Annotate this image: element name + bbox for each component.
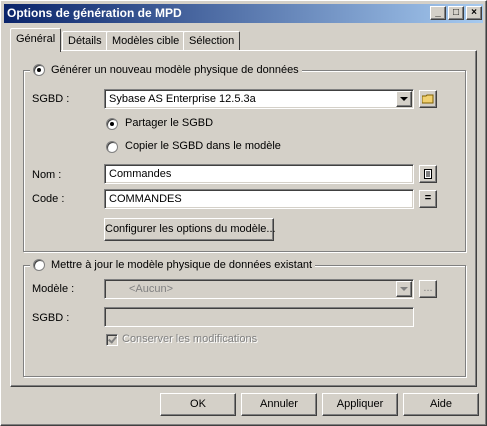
generate-new-legend: Générer un nouveau modèle physique de do… (30, 63, 302, 77)
copy-sgbd-radio[interactable] (106, 141, 118, 153)
title-bar[interactable]: Options de génération de MPD _ □ × (4, 4, 483, 23)
window-title: Options de génération de MPD (7, 6, 182, 20)
code-sync-button[interactable]: = (419, 190, 437, 208)
sgbd-value: Sybase AS Enterprise 12.5.3a (109, 93, 256, 105)
name-field[interactable]: Commandes (104, 164, 414, 184)
model-dropdown-chevron-icon[interactable] (396, 281, 412, 297)
code-field[interactable]: COMMANDES (104, 189, 414, 209)
update-existing-legend: Mettre à jour le modèle physique de donn… (30, 258, 316, 272)
cancel-button[interactable]: Annuler (241, 393, 317, 416)
model-browse-button[interactable]: ... (419, 280, 437, 298)
update-existing-label: Mettre à jour le modèle physique de donn… (51, 259, 313, 271)
update-existing-radio[interactable] (33, 259, 45, 271)
tab-general-label: Général (16, 33, 56, 45)
sgbd-dropdown-chevron-icon[interactable] (396, 91, 412, 107)
share-sgbd-radio[interactable] (106, 118, 118, 130)
ok-button[interactable]: OK (160, 393, 236, 416)
configure-model-options-button[interactable]: Configurer les options du modèle... (104, 218, 276, 241)
name-properties-button[interactable] (419, 165, 437, 183)
generate-new-radio[interactable] (33, 64, 45, 76)
tab-target-models[interactable]: Modèles cible (106, 31, 186, 51)
model-value: <Aucun> (129, 283, 174, 295)
sgbd-select[interactable]: Sybase AS Enterprise 12.5.3a (104, 89, 414, 109)
general-tab-panel: Générer un nouveau modèle physique de do… (10, 50, 477, 387)
properties-icon (424, 169, 432, 179)
keep-changes-label: Conserver les modifications (122, 333, 258, 345)
sgbd-label: SGBD : (32, 93, 70, 105)
code-value: COMMANDES (109, 193, 182, 205)
existing-sgbd-field[interactable] (104, 307, 414, 327)
minimize-button[interactable]: _ (430, 6, 446, 20)
name-label: Nom : (32, 169, 62, 181)
tab-details-label: Détails (68, 35, 102, 47)
copy-sgbd-label: Copier le SGBD dans le modèle (125, 140, 281, 152)
keep-changes-checkbox[interactable] (106, 334, 118, 346)
maximize-button[interactable]: □ (448, 6, 464, 20)
close-button[interactable]: × (466, 6, 482, 20)
tab-target-models-label: Modèles cible (112, 35, 180, 47)
apply-button[interactable]: Appliquer (322, 393, 398, 416)
dialog-window: Options de génération de MPD _ □ × Génér… (0, 0, 487, 426)
help-button[interactable]: Aide (403, 393, 479, 416)
tab-details[interactable]: Détails (62, 31, 108, 51)
generate-new-label: Générer un nouveau modèle physique de do… (51, 64, 299, 76)
share-sgbd-label: Partager le SGBD (125, 117, 214, 129)
model-select[interactable]: <Aucun> (104, 279, 414, 299)
existing-sgbd-label: SGBD : (32, 312, 70, 324)
code-label: Code : (32, 193, 65, 205)
name-value: Commandes (109, 168, 172, 180)
tab-selection[interactable]: Sélection (183, 31, 241, 51)
model-label: Modèle : (32, 283, 75, 295)
folder-icon (421, 94, 434, 104)
tab-selection-label: Sélection (189, 35, 235, 47)
tab-general[interactable]: Général (10, 28, 62, 52)
sgbd-browse-button[interactable] (419, 90, 437, 108)
